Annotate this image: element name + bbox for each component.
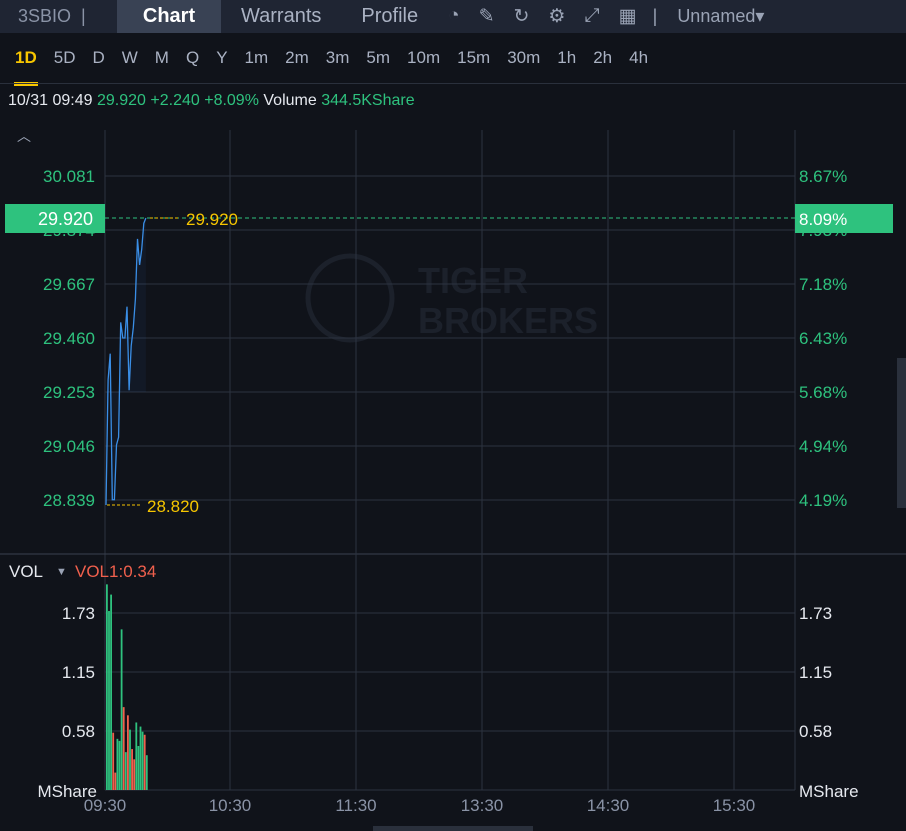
vol-label: VOL — [9, 562, 43, 581]
price-tick: 28.839 — [43, 491, 95, 510]
pct-tick: 5.68% — [799, 383, 847, 402]
volume-bar — [124, 752, 127, 790]
time-label: 11:30 — [335, 796, 376, 815]
volume-bar — [129, 729, 131, 790]
vol-tick-right: 0.58 — [799, 722, 832, 741]
vol-tick: 1.73 — [62, 604, 95, 623]
volume-bar — [145, 755, 148, 790]
vol-dropdown-icon: ▼ — [56, 566, 67, 578]
volume-bar — [127, 715, 129, 790]
scrollbar[interactable] — [897, 358, 906, 508]
volume-bar — [114, 772, 117, 790]
volume-bar — [143, 734, 146, 790]
price-tick: 29.460 — [43, 329, 95, 348]
current-price-label: 29.920 — [38, 209, 93, 229]
price-tick: 29.667 — [43, 275, 95, 294]
pct-tick: 6.43% — [799, 329, 847, 348]
watermark-text: BROKERS — [418, 300, 598, 341]
high-label: 29.920 — [186, 210, 238, 229]
pct-tick: 7.18% — [799, 275, 847, 294]
time-label: 10:30 — [209, 796, 252, 815]
volume-bar — [122, 707, 125, 790]
price-tick: 29.253 — [43, 383, 95, 402]
volume-bar — [106, 584, 108, 790]
watermark-logo — [305, 253, 395, 343]
volume-bar — [120, 629, 123, 790]
volume-bar — [110, 594, 112, 790]
vol-indicator: VOL1:0.34 — [75, 562, 156, 581]
vol-unit-right: MShare — [799, 782, 859, 801]
volume-bar — [141, 731, 144, 790]
volume-bar — [139, 726, 142, 790]
low-label: 28.820 — [147, 497, 199, 516]
watermark-text: TIGER — [418, 260, 528, 301]
pct-tick: 4.94% — [799, 437, 847, 456]
time-label: 14:30 — [587, 796, 630, 815]
time-label: 13:30 — [461, 796, 504, 815]
volume-bar — [133, 759, 136, 790]
volume-bar — [108, 610, 110, 790]
time-label: 15:30 — [713, 796, 756, 815]
volume-bar — [118, 740, 121, 790]
volume-bar — [137, 746, 140, 790]
vol-tick: 0.58 — [62, 722, 95, 741]
vol-tick-right: 1.73 — [799, 604, 832, 623]
volume-bar — [112, 732, 115, 790]
pct-tick: 4.19% — [799, 491, 847, 510]
vol-tick-right: 1.15 — [799, 663, 832, 682]
vol-tick: 1.15 — [62, 663, 95, 682]
volume-bar — [135, 722, 138, 790]
price-volume-chart[interactable]: TIGERBROKERS09:30 10:30 11:30 13:30 14:30 15:… — [0, 0, 906, 831]
price-tick: 29.046 — [43, 437, 95, 456]
vol-unit: MShare — [37, 782, 97, 801]
price-tick: 30.081 — [43, 167, 95, 186]
volume-bar — [131, 749, 133, 790]
pct-tick: 8.67% — [799, 167, 847, 186]
volume-bar — [116, 738, 119, 790]
horizontal-scrollbar — [373, 826, 533, 831]
current-pct-label: 8.09% — [799, 210, 847, 229]
